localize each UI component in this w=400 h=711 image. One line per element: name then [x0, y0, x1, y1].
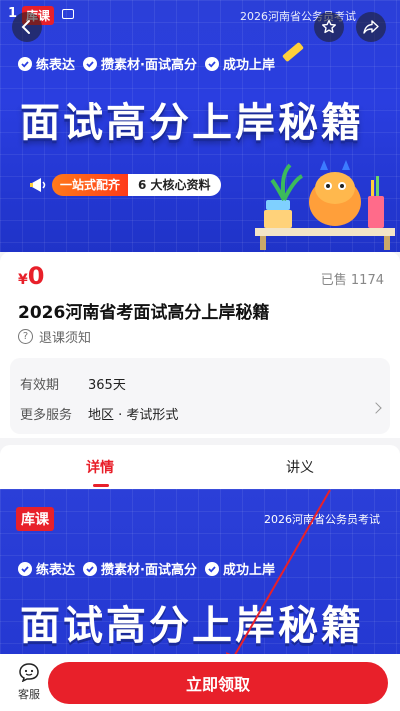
brand-logo: 库课 — [16, 507, 54, 531]
banner-tag: 成功上岸 — [204, 54, 275, 73]
banner-tag: 攒素材·面试高分 — [83, 54, 197, 73]
price: ¥0 — [18, 262, 45, 290]
megaphone-icon — [28, 172, 52, 198]
check-icon — [83, 56, 98, 71]
tab-bar: 详情 讲义 — [0, 445, 400, 489]
banner-tag: 练表达 — [18, 54, 75, 73]
banner-title: 面试高分上岸秘籍 — [20, 603, 364, 649]
active-tab-indicator — [93, 484, 109, 487]
tab-detail[interactable]: 详情 — [86, 457, 114, 477]
exam-caption: 2026河南省公务员考试 — [264, 513, 380, 526]
banner-title: 面试高分上岸秘籍 — [20, 100, 364, 146]
tab-notes[interactable]: 讲义 — [286, 457, 314, 477]
share-icon — [363, 20, 379, 34]
check-icon — [18, 56, 32, 71]
check-icon — [204, 56, 219, 71]
detail-box: 有效期 365天 更多服务 地区 · 考试形式 — [10, 358, 390, 434]
banner-tag: 练表达 — [18, 559, 75, 578]
check-icon — [83, 561, 98, 576]
bottom-action-bar: 客服 立即领取 — [0, 654, 400, 711]
check-icon — [204, 561, 219, 576]
banner-tags: 练表达 攒素材·面试高分 成功上岸 — [18, 54, 275, 73]
refund-label: 退课须知 — [39, 331, 92, 346]
customer-service-label: 客服 — [18, 688, 40, 701]
mascot-illustration — [255, 160, 395, 250]
more-services-row[interactable]: 更多服务 地区 · 考试形式 — [20, 404, 178, 423]
chevron-right-icon[interactable] — [370, 402, 382, 414]
course-title: 2026河南省考面试高分上岸秘籍 — [18, 303, 270, 323]
chevron-left-icon — [21, 20, 30, 34]
customer-service-button[interactable]: 客服 — [12, 662, 46, 702]
banner-pill: 一站式配齐 6 大核心资料 — [28, 172, 221, 198]
sold-count: 已售 1174 — [320, 273, 384, 288]
more-services-label: 更多服务 — [20, 408, 73, 423]
validity-row: 有效期 365天 — [20, 374, 126, 393]
more-services-value: 地区 · 考试形式 — [88, 408, 179, 423]
refund-policy-link[interactable]: ? 退课须知 — [18, 327, 91, 346]
question-icon: ? — [18, 329, 33, 344]
favorite-button[interactable] — [314, 12, 344, 42]
image-icon — [62, 9, 74, 19]
check-icon — [18, 561, 32, 576]
page: 1 库课 2026河南省公务员考试 练表达 攒素材·面试高分 成功上岸 面试高分… — [0, 0, 400, 711]
banner-tags: 练表达 攒素材·面试高分 成功上岸 — [18, 559, 275, 578]
banner-tag: 攒素材·面试高分 — [83, 559, 197, 578]
course-banner: 1 库课 2026河南省公务员考试 练表达 攒素材·面试高分 成功上岸 面试高分… — [0, 0, 400, 252]
claim-now-button[interactable]: 立即领取 — [48, 662, 388, 704]
share-button[interactable] — [356, 12, 386, 42]
banner-tag: 成功上岸 — [204, 559, 275, 578]
customer-service-icon — [19, 663, 39, 683]
validity-label: 有效期 — [20, 378, 60, 393]
validity-value: 365天 — [88, 378, 126, 393]
back-button[interactable] — [12, 12, 42, 42]
star-icon — [322, 19, 336, 34]
